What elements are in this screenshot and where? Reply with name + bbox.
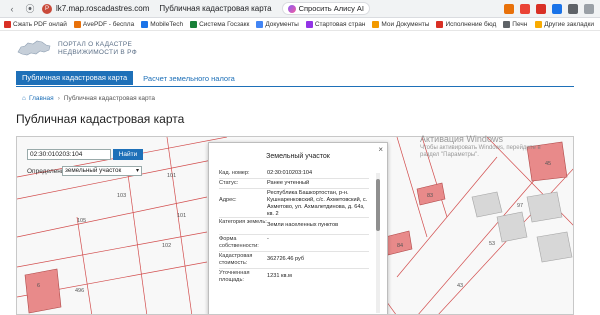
bookmark-item[interactable]: Стартовая стран	[305, 20, 365, 28]
other-bookmarks[interactable]: Другие закладки	[535, 20, 594, 28]
building	[536, 231, 573, 263]
bookmark-icon	[305, 20, 313, 28]
browser-toolbar: ‹ ⦿ Р lk7.map.roscadastres.com Публичная…	[0, 0, 600, 18]
bookmark-icon	[4, 20, 11, 28]
building	[526, 191, 563, 223]
site-logo-text[interactable]: ПОРТАЛ О КАДАСТРЕ НЕДВИЖИМОСТИ В РФ	[58, 41, 137, 57]
bookmark-item[interactable]: MobileTech	[141, 20, 183, 28]
russia-map-logo-icon[interactable]	[16, 38, 52, 60]
parcel-number: 45	[545, 161, 551, 167]
bookmark-icon	[73, 20, 81, 28]
row-divider	[219, 188, 369, 189]
popup-row: Кад. номер: 02:30:010203:104	[219, 170, 313, 176]
breadcrumb: ⌂ Главная › Публичная кадастровая карта	[22, 95, 155, 102]
bookmark-icon	[372, 20, 380, 28]
windows-activation-watermark: Активация Windows Чтобы активировать Win…	[420, 134, 541, 158]
parcel-number: 97	[517, 203, 523, 209]
extension-icon[interactable]	[504, 3, 514, 14]
profile-icon[interactable]	[584, 3, 594, 14]
breadcrumb-separator: ›	[57, 95, 60, 102]
building	[24, 268, 62, 314]
parcel-info-popup: × Земельный участок Кад. номер: 02:30:01…	[208, 142, 388, 314]
row-divider	[219, 234, 369, 235]
extension-icon[interactable]	[520, 3, 530, 14]
parcel-number: 103	[117, 193, 126, 199]
alice-icon	[287, 4, 296, 13]
page-title: Публичная кадастровая карта	[16, 112, 185, 126]
bookmark-item[interactable]: Документы	[256, 20, 299, 28]
bookmark-icon	[141, 20, 149, 28]
parcel-number: 102	[162, 243, 171, 249]
parcel-number: 105	[77, 218, 86, 224]
bookmark-icon	[503, 20, 511, 28]
building	[496, 211, 528, 243]
popup-row: Уточненная площадь: 1231 кв.м	[219, 270, 292, 283]
tab-land-tax[interactable]: Расчет земельного налога	[143, 74, 235, 83]
row-divider	[219, 251, 369, 252]
browser-extensions	[498, 3, 594, 14]
parcel-number: 43	[457, 283, 463, 289]
bookmarks-bar: Сжать PDF онлай AvePDF - беспла MobileTe…	[0, 18, 600, 31]
row-divider	[219, 268, 369, 269]
parcel-number: 496	[75, 288, 84, 294]
bookmark-item[interactable]: Печн	[503, 20, 527, 28]
bookmark-item[interactable]: Мои Документы	[372, 20, 429, 28]
ask-alice-label: Спросить Алису AI	[298, 4, 364, 13]
popup-row: Категория земель: Земли населенных пункт…	[219, 219, 339, 228]
site-header: ПОРТАЛ О КАДАСТРЕ НЕДВИЖИМОСТИ В РФ	[0, 31, 600, 67]
tab-divider	[16, 86, 574, 87]
tab-cadastral-map[interactable]: Публичная кадастровая карта	[16, 71, 134, 85]
breadcrumb-home[interactable]: Главная	[29, 95, 54, 102]
bookmark-item[interactable]: AvePDF - беспла	[73, 20, 134, 28]
back-icon[interactable]: ‹	[6, 3, 18, 15]
bookmark-icon	[190, 20, 198, 28]
breadcrumb-current: Публичная кадастровая карта	[63, 95, 156, 102]
site-favicon-icon: Р	[42, 3, 52, 14]
ask-alice-button[interactable]: Спросить Алису AI	[281, 2, 370, 15]
row-divider	[219, 178, 369, 179]
search-button[interactable]: Найти	[113, 149, 143, 160]
parcel-number: 53	[489, 241, 495, 247]
parcel-number: 84	[397, 243, 403, 249]
site-tabs: Публичная кадастровая карта Расчет земел…	[16, 71, 235, 85]
popup-row: Кадастровая стоимость: 362726.46 руб	[219, 253, 305, 266]
bookmark-item[interactable]: Сжать PDF онлай	[4, 20, 67, 28]
yandex-icon[interactable]: ⦿	[24, 3, 36, 15]
parcel-number: 83	[427, 193, 433, 199]
parcel-number: 101	[167, 173, 176, 179]
folder-icon	[535, 20, 543, 28]
extension-icon[interactable]	[552, 3, 562, 14]
download-icon[interactable]	[568, 3, 578, 14]
object-type-select[interactable]: земельный участок ▾	[62, 166, 142, 176]
address-url[interactable]: lk7.map.roscadastres.com	[56, 4, 149, 13]
popup-scroll-thumb[interactable]	[376, 179, 380, 231]
bookmark-item[interactable]: Система Госзакк	[190, 20, 249, 28]
popup-row: Форма собственности: -	[219, 236, 269, 249]
home-icon[interactable]: ⌂	[22, 95, 26, 102]
bookmark-item[interactable]: Исполнение бюд	[436, 20, 496, 28]
row-divider	[219, 217, 369, 218]
bookmark-icon	[436, 20, 444, 28]
popup-row: Адрес: Республика Башкортостан, р-н. Куш…	[219, 190, 368, 217]
address-bar[interactable]: Р lk7.map.roscadastres.com Публичная кад…	[42, 2, 272, 16]
tab-title: Публичная кадастровая карта	[159, 4, 272, 13]
popup-title: Земельный участок	[266, 153, 330, 160]
cadastral-search-input[interactable]	[27, 149, 111, 160]
parcel-number: 101	[177, 213, 186, 219]
bookmark-icon	[256, 20, 264, 28]
popup-row: Статус: Ранее учтенный	[219, 180, 310, 186]
parcel-number: 6	[37, 283, 40, 289]
cadastral-map[interactable]: 101 102 105 103 101 6 496 84 83 53 170 9…	[16, 136, 574, 315]
mail-icon[interactable]	[536, 3, 546, 14]
chevron-down-icon: ▾	[135, 168, 139, 174]
